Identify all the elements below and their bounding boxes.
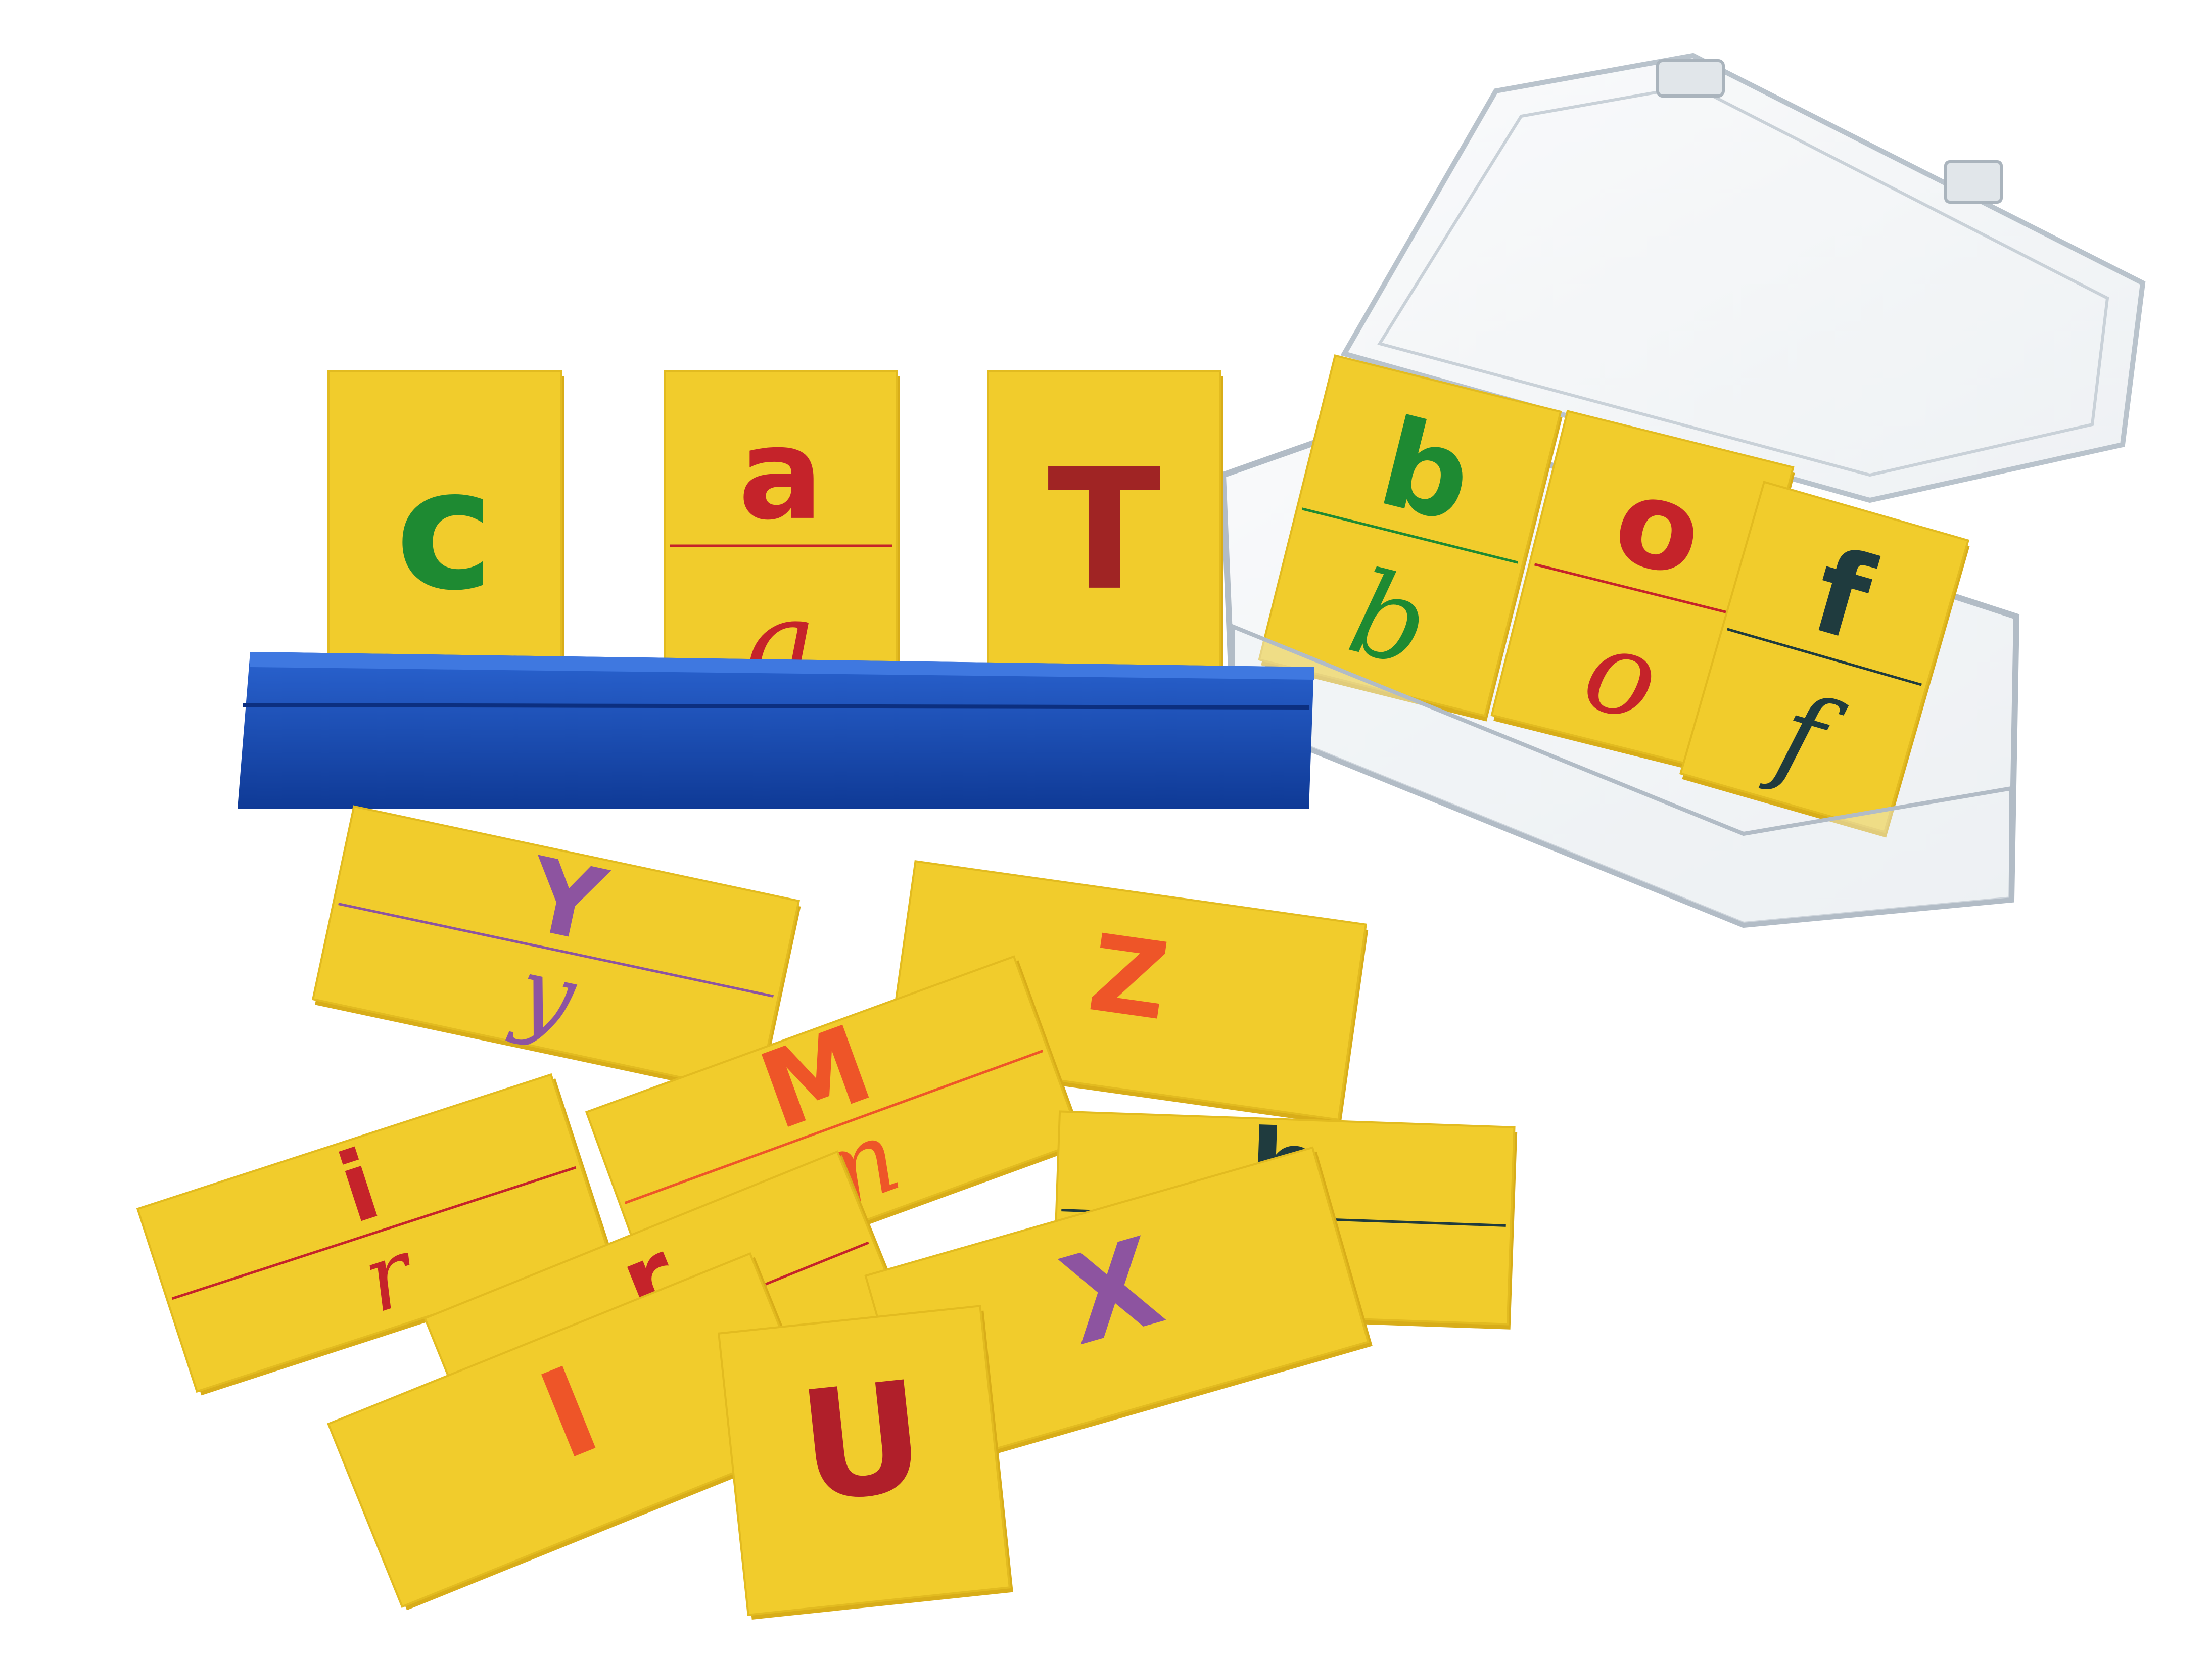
- card-print-letter: a: [738, 401, 824, 548]
- blue-card-stand[interactable]: [238, 652, 1314, 809]
- card-print-letter: T: [1047, 433, 1162, 627]
- card-print-letter: U: [792, 1348, 933, 1537]
- scattered-card[interactable]: Yy: [311, 796, 804, 1100]
- box-lid-latch[interactable]: [1656, 59, 1725, 98]
- card-print-letter: c: [395, 433, 494, 627]
- scattered-card[interactable]: U: [717, 1305, 1013, 1620]
- scattered-cards: YyZMmirhhrrXIU: [136, 796, 1518, 1620]
- letter-cards-scene: bbooff caaT YyZMmirhhrrXIU: [136, 53, 2146, 1620]
